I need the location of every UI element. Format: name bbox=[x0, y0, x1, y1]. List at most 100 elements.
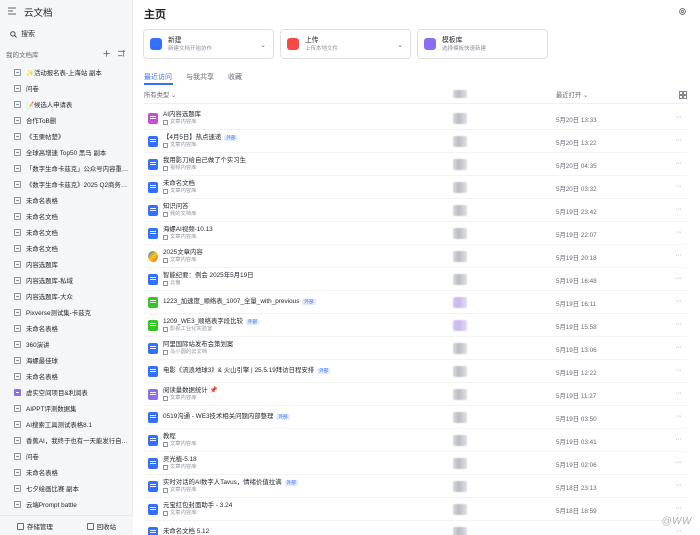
sidebar-item[interactable]: ✨活动报名表-上海站 副本 bbox=[0, 64, 133, 80]
sort-icon[interactable] bbox=[118, 49, 126, 59]
upload-card[interactable]: 上传 上传本地文件 ⌄ bbox=[280, 29, 411, 59]
file-row[interactable]: 阅读量数据统计 📌 文章内容库 5月19日 11:27 ··· bbox=[144, 383, 687, 406]
chevron-down-icon[interactable]: ⌄ bbox=[260, 41, 266, 49]
sidebar-item[interactable]: 云端Prompt battle bbox=[0, 496, 133, 512]
more-icon[interactable]: ··· bbox=[676, 390, 682, 397]
file-name-text: 未命名文档 bbox=[163, 179, 195, 187]
more-icon[interactable]: ··· bbox=[676, 528, 682, 535]
file-row[interactable]: 教程 文章内容库 5月19日 03:41 ··· bbox=[144, 429, 687, 452]
tab-0[interactable]: 最近访问 bbox=[144, 72, 172, 82]
file-row[interactable]: AI内容选题库 文章内容库 5月20日 13:33 ··· bbox=[144, 107, 687, 130]
sidebar-item-label: 内容选题库-私域 bbox=[26, 277, 73, 285]
sort-dropdown[interactable]: 最近打开 ⌄ bbox=[556, 90, 588, 99]
sidebar-item[interactable]: 未命名文档 bbox=[0, 224, 133, 240]
sidebar-item[interactable]: 合作ToB删 bbox=[0, 112, 133, 128]
sidebar-item[interactable]: 问卷 bbox=[0, 448, 133, 464]
file-row[interactable]: 元宝红包封面助手 - 3.24 文章内容库 5月18日 18:59 ··· bbox=[144, 498, 687, 521]
more-icon[interactable]: ··· bbox=[676, 206, 682, 213]
file-row[interactable]: 电影《流浪地球3》& 火山引擎 | 25.5.19拜访日程安排 外部 5月19日 1… bbox=[144, 360, 687, 383]
file-name: AI内容选题库 bbox=[163, 111, 201, 119]
file-row[interactable]: 我用影刀给自己做了个实习生 视频内容库 5月20日 04:35 ··· bbox=[144, 153, 687, 176]
tab-1[interactable]: 与我共享 bbox=[186, 72, 214, 82]
sidebar-item[interactable]: 未命名表格 bbox=[0, 320, 133, 336]
sidebar-item[interactable]: 内容选题库-大众 bbox=[0, 288, 133, 304]
sidebar-item[interactable]: AI搜索工具测试表格8.1 bbox=[0, 416, 133, 432]
template-card[interactable]: 模板库 选择模板快速新建 bbox=[417, 29, 548, 59]
more-icon[interactable]: ··· bbox=[676, 160, 682, 167]
sidebar-item[interactable]: 全球高增速 Top50 黑马 副本 bbox=[0, 144, 133, 160]
grid-view-icon[interactable] bbox=[679, 91, 687, 99]
more-icon[interactable]: ··· bbox=[676, 505, 682, 512]
sidebar-item[interactable]: Pixverse测试集-卡兹克 bbox=[0, 304, 133, 320]
file-row[interactable]: 1209_WE3_顺络表字段比较 外部 影视工业化实验室 5月19日 15:58 ··· bbox=[144, 314, 687, 337]
new-card[interactable]: 新建 新建文档开始协作 ⌄ bbox=[143, 29, 274, 59]
file-row[interactable]: 2025文章内容 文章内容库 5月19日 20:18 ··· bbox=[144, 245, 687, 268]
more-icon[interactable]: ··· bbox=[676, 252, 682, 259]
file-row[interactable]: 智能纪要：例会 2025年5月19日 云盘 5月19日 16:48 ··· bbox=[144, 268, 687, 291]
sidebar-item[interactable]: 「数字生命卡兹克」公众号内容重… bbox=[0, 160, 133, 176]
more-icon[interactable]: ··· bbox=[676, 275, 682, 282]
doc-file-icon bbox=[148, 227, 158, 239]
more-icon[interactable]: ··· bbox=[676, 137, 682, 144]
more-icon[interactable]: ··· bbox=[676, 413, 682, 420]
sidebar-item[interactable]: 360演讲 bbox=[0, 336, 133, 352]
type-filter-dropdown[interactable]: 所有类型 ⌄ bbox=[144, 90, 176, 99]
file-row[interactable]: 1223_加速度_顺络表_1007_全量_with_previous 外部 5月19… bbox=[144, 291, 687, 314]
tab-2[interactable]: 收藏 bbox=[228, 72, 242, 82]
more-icon[interactable]: ··· bbox=[676, 436, 682, 443]
sidebar-item[interactable]: 《玉栗帖楚》 bbox=[0, 128, 133, 144]
file-row[interactable]: 【4月5日】热点速递 外部 文章内容库 5月20日 13:22 ··· bbox=[144, 130, 687, 153]
sidebar-item[interactable]: 未命名文档 bbox=[0, 240, 133, 256]
trash-button[interactable]: 回收站 bbox=[86, 521, 116, 531]
sidebar-item[interactable]: 📝候选人申请表 bbox=[0, 96, 133, 112]
more-icon[interactable]: ··· bbox=[676, 459, 682, 466]
file-row[interactable]: 海螺AI视频-10.13 文章内容库 5月19日 22:07 ··· bbox=[144, 222, 687, 245]
sidebar-item[interactable]: 未命名表格 bbox=[0, 192, 133, 208]
more-icon[interactable]: ··· bbox=[676, 114, 682, 121]
more-icon[interactable]: ··· bbox=[676, 229, 682, 236]
sidebar-item[interactable]: 未命名表格 bbox=[0, 464, 133, 480]
doc-file-icon bbox=[148, 135, 158, 147]
more-icon[interactable]: ··· bbox=[676, 321, 682, 328]
sidebar-item[interactable]: 香蕉AI，我终于也有一天能发行自… bbox=[0, 432, 133, 448]
file-row[interactable]: 知识问答 我的文档库 5月19日 23:42 ··· bbox=[144, 199, 687, 222]
file-row[interactable]: 未命名文档 文章内容库 5月20日 03:32 ··· bbox=[144, 176, 687, 199]
file-row[interactable]: 未命名文档 5.12 ··· bbox=[144, 521, 687, 535]
file-name: 阅读量数据统计 📌 bbox=[163, 387, 217, 395]
more-icon[interactable]: ··· bbox=[676, 344, 682, 351]
file-date: 5月19日 11:27 bbox=[556, 393, 597, 400]
search-button[interactable]: 搜索 bbox=[6, 27, 126, 41]
owner-avatar-blurred bbox=[453, 504, 467, 515]
file-name: 【4月5日】热点速递 外部 bbox=[163, 134, 238, 142]
sidebar-item[interactable]: 内容选题库 bbox=[0, 256, 133, 272]
sidebar-item[interactable]: 内容选题库-私域 bbox=[0, 272, 133, 288]
card-subtitle: 新建文档开始协作 bbox=[168, 45, 213, 52]
folder-icon bbox=[163, 464, 168, 470]
menu-collapse-icon[interactable] bbox=[8, 7, 16, 17]
sidebar-item[interactable]: 未命名表格 bbox=[0, 368, 133, 384]
doc-file-icon bbox=[148, 204, 158, 216]
sidebar-item[interactable]: 《数字生命卡兹克》2025 Q2商务… bbox=[0, 176, 133, 192]
file-row[interactable]: 阿里国际站发布会策划案 马小圆的云文档 5月19日 13:06 ··· bbox=[144, 337, 687, 360]
sidebar-item[interactable]: AIPPT评测数据集 bbox=[0, 400, 133, 416]
app-title: 云文档 bbox=[24, 8, 53, 19]
more-icon[interactable]: ··· bbox=[676, 367, 682, 374]
file-name-text: 1209_WE3_顺络表字段比较 bbox=[163, 317, 243, 325]
sidebar-item[interactable]: 海螺最佳球 bbox=[0, 352, 133, 368]
file-row[interactable]: 灵光植-5.18 文章内容库 5月19日 02:06 ··· bbox=[144, 452, 687, 475]
file-row[interactable]: 0519沟通 - WE3技术相关问题内部整理 外部 5月19日 03:50 ··· bbox=[144, 406, 687, 429]
more-icon[interactable]: ··· bbox=[676, 298, 682, 305]
more-icon[interactable]: ··· bbox=[676, 183, 682, 190]
sidebar-item[interactable]: 虚实空间项目&利润表 bbox=[0, 384, 133, 400]
sidebar-item[interactable]: 未命名文档 bbox=[0, 208, 133, 224]
add-icon[interactable] bbox=[103, 49, 110, 59]
file-text: 未命名文档 5.12 bbox=[163, 528, 209, 535]
sidebar-item[interactable]: 问卷 bbox=[0, 80, 133, 96]
gear-icon[interactable] bbox=[678, 7, 687, 16]
sidebar-item[interactable]: 七夕绘画比赛 副本 bbox=[0, 480, 133, 496]
chevron-down-icon[interactable]: ⌄ bbox=[397, 41, 403, 49]
file-row[interactable]: 实时对话的AI数字人Tavus，情绪价值拉满 外部 文章内容库 5月18日 23:13… bbox=[144, 475, 687, 498]
storage-button[interactable]: 存储管理 bbox=[16, 521, 53, 531]
doc-icon bbox=[14, 228, 21, 236]
more-icon[interactable]: ··· bbox=[676, 482, 682, 489]
